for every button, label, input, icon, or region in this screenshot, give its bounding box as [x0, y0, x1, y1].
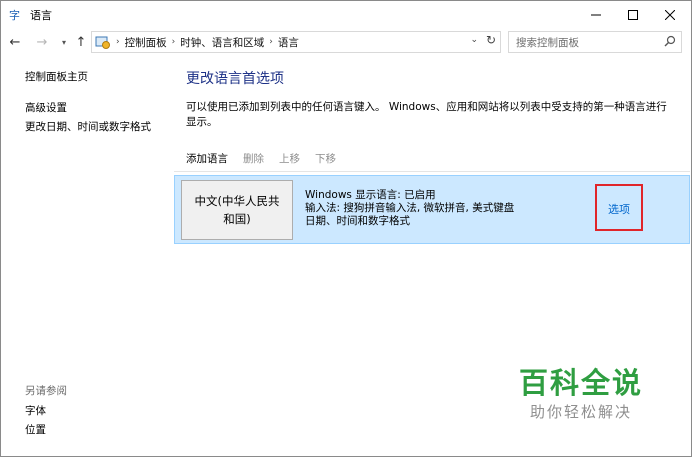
- date-time-format-info: 日期、时间和数字格式: [305, 215, 410, 227]
- breadcrumb-separator: ›: [171, 37, 176, 47]
- toolbar-divider: [174, 171, 690, 172]
- remove-language-button[interactable]: 删除: [243, 151, 264, 166]
- maximize-icon: [628, 9, 638, 20]
- watermark-subtitle: 助你轻松解决: [529, 403, 632, 421]
- address-row: ← → ▾ ↑ › 控制面板 › 时钟、语言和区域 › 语言 ⌄ ↻ 搜索控制面…: [1, 30, 691, 54]
- close-icon: [665, 9, 675, 20]
- maximize-button[interactable]: [612, 1, 654, 28]
- display-language-status: Windows 显示语言: 已启用: [305, 189, 436, 201]
- control-panel-icon: [95, 34, 111, 50]
- svg-text:字: 字: [9, 8, 20, 22]
- breadcrumb-separator: ›: [116, 37, 120, 47]
- minimize-button[interactable]: [575, 1, 617, 28]
- minimize-icon: [591, 14, 601, 15]
- language-name-line1: 中文(中华人民共: [194, 194, 280, 208]
- breadcrumb-separator: ›: [269, 37, 273, 47]
- move-down-button[interactable]: 下移: [315, 151, 336, 166]
- address-dropdown-icon[interactable]: ⌄: [470, 35, 478, 45]
- up-button[interactable]: ↑: [73, 33, 89, 51]
- see-also-section: 另请参阅 字体 位置: [25, 381, 175, 440]
- search-input[interactable]: 搜索控制面板: [508, 31, 682, 53]
- title-bar[interactable]: 字 语言: [1, 1, 691, 28]
- watermark-logo: 百科全说 助你轻松解决: [516, 366, 646, 424]
- page-title: 更改语言首选项: [186, 71, 284, 87]
- watermark-title: 百科全说: [518, 366, 643, 400]
- see-also-heading: 另请参阅: [25, 385, 67, 397]
- language-name-button[interactable]: 中文(中华人民共 和国): [181, 180, 293, 240]
- recent-locations-button[interactable]: ▾: [56, 33, 72, 51]
- close-button[interactable]: [649, 1, 691, 28]
- input-methods: 输入法: 搜狗拼音输入法, 微软拼音, 美式键盘: [305, 202, 515, 214]
- refresh-icon[interactable]: ↻: [486, 33, 496, 47]
- language-window: 字 语言 ← → ▾ ↑ › 控制面板 › 时钟、语言和区域 › 语言 ⌄ ↻: [0, 0, 692, 457]
- move-up-button[interactable]: 上移: [279, 151, 300, 166]
- see-also-link-location[interactable]: 位置: [25, 421, 175, 440]
- sidebar-link-control-panel-home[interactable]: 控制面板主页: [25, 68, 175, 87]
- forward-button[interactable]: →: [34, 33, 50, 51]
- see-also-link-fonts[interactable]: 字体: [25, 402, 175, 421]
- language-icon: 字: [9, 8, 23, 22]
- breadcrumb-control-panel[interactable]: 控制面板: [125, 35, 167, 50]
- language-details: Windows 显示语言: 已启用 输入法: 搜狗拼音输入法, 微软拼音, 美式…: [305, 189, 514, 228]
- breadcrumb-clock-language-region[interactable]: 时钟、语言和区域: [180, 35, 264, 50]
- sidebar: 控制面板主页 高级设置 更改日期、时间或数字格式: [25, 68, 175, 137]
- back-button[interactable]: ←: [7, 33, 23, 51]
- sidebar-link-advanced-settings[interactable]: 高级设置: [25, 99, 175, 118]
- main-content: 更改语言首选项 可以使用已添加到列表中的任何语言键入。 Windows、应用和网…: [186, 69, 686, 165]
- address-bar[interactable]: › 控制面板 › 时钟、语言和区域 › 语言 ⌄ ↻: [91, 31, 501, 53]
- search-placeholder: 搜索控制面板: [516, 36, 579, 49]
- window-title: 语言: [30, 8, 52, 22]
- add-language-button[interactable]: 添加语言: [186, 151, 228, 166]
- sidebar-link-change-date-time-format[interactable]: 更改日期、时间或数字格式: [25, 118, 175, 137]
- language-toolbar: 添加语言 删除 上移 下移: [186, 149, 351, 167]
- language-name-line2: 和国): [223, 212, 251, 226]
- breadcrumb-language[interactable]: 语言: [278, 35, 299, 50]
- options-highlight-box: [595, 184, 643, 231]
- search-icon[interactable]: [664, 35, 676, 47]
- page-description: 可以使用已添加到列表中的任何语言键入。 Windows、应用和网站将以列表中受支…: [186, 101, 667, 128]
